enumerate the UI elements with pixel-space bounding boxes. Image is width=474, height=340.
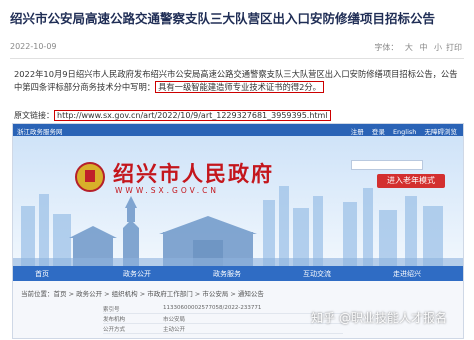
topbar-links: 注册 登录 English 无障碍浏览 — [345, 126, 457, 136]
register-link[interactable]: 注册 — [351, 128, 364, 136]
font-size-large-link[interactable]: 大 — [405, 43, 413, 52]
font-size-medium-link[interactable]: 中 — [419, 43, 427, 52]
article-title: 绍兴市公安局高速公路交通警察支队三大队营区出入口安防修缮项目招标公告 — [10, 11, 436, 26]
site-url: WWW.SX.GOV.CN — [115, 186, 220, 195]
city-skyline-illustration — [13, 186, 463, 266]
zhihu-watermark: 知乎 @职业技能人才报名 — [311, 311, 447, 325]
font-size-small-link[interactable]: 小 — [434, 43, 442, 52]
english-link[interactable]: English — [393, 128, 416, 136]
source-link-url[interactable]: http://www.sx.gov.cn/art/2022/10/9/art_1… — [54, 110, 331, 121]
embedded-website-screenshot: 浙江政务服务网 注册 登录 English 无障碍浏览 绍兴市人民政府 WWW.… — [12, 123, 464, 339]
table-row: 公开方式 主动公开 — [103, 324, 343, 334]
info-key: 发布机构 — [103, 317, 126, 323]
article-info-table: 索引号 11330600002577058/2022-233771 发布机构 市… — [103, 304, 343, 334]
info-value: 市公安局 — [163, 317, 186, 323]
accessibility-link[interactable]: 无障碍浏览 — [425, 128, 458, 136]
print-link[interactable]: 打印 — [446, 42, 462, 53]
source-link-line: 原文链接： http://www.sx.gov.cn/art/2022/10/9/… — [14, 110, 464, 121]
login-link[interactable]: 登录 — [372, 128, 385, 136]
nav-item-about-shaoxing[interactable]: 走进绍兴 — [393, 269, 421, 279]
info-value: 主动公开 — [163, 327, 186, 333]
info-key: 公开方式 — [103, 327, 126, 333]
font-size-control: 字体： 大 中 小 — [370, 42, 442, 53]
site-topbar: 浙江政务服务网 注册 登录 English 无障碍浏览 — [13, 124, 463, 136]
national-emblem-logo — [75, 162, 105, 192]
nav-item-gov-open[interactable]: 政务公开 — [123, 269, 151, 279]
elder-mode-button[interactable]: 进入老年模式 — [377, 174, 445, 188]
site-banner: 绍兴市人民政府 WWW.SX.GOV.CN 进入老年模式 — [13, 136, 463, 266]
site-nav-bar: 首页 政务公开 政务服务 互动交流 走进绍兴 — [13, 266, 463, 281]
nav-item-home[interactable]: 首页 — [35, 269, 49, 279]
font-label: 字体： — [374, 43, 399, 52]
table-row: 索引号 11330600002577058/2022-233771 — [103, 304, 343, 314]
topbar-left-text[interactable]: 浙江政务服务网 — [17, 126, 63, 136]
divider — [10, 58, 464, 59]
nav-item-interaction[interactable]: 互动交流 — [303, 269, 331, 279]
site-search-input[interactable] — [351, 160, 423, 170]
site-name: 绍兴市人民政府 — [113, 161, 274, 186]
table-row: 发布机构 市公安局 — [103, 314, 343, 324]
breadcrumb: 当前位置：首页 > 政务公开 > 组织机构 > 市政府工作部门 > 市公安局 >… — [21, 290, 264, 298]
publish-date: 2022-10-09 — [10, 42, 57, 51]
nav-item-gov-service[interactable]: 政务服务 — [213, 269, 241, 279]
highlighted-requirement: 具有一级智能建造师专业技术证书的得2分。 — [155, 81, 324, 93]
article-paragraph: 2022年10月9日绍兴市人民政府发布绍兴市公安局高速公路交通警察支队三大队营区… — [14, 68, 464, 94]
source-link-label: 原文链接： — [14, 111, 54, 120]
info-key: 索引号 — [103, 307, 120, 313]
info-value: 11330600002577058/2022-233771 — [163, 305, 262, 311]
